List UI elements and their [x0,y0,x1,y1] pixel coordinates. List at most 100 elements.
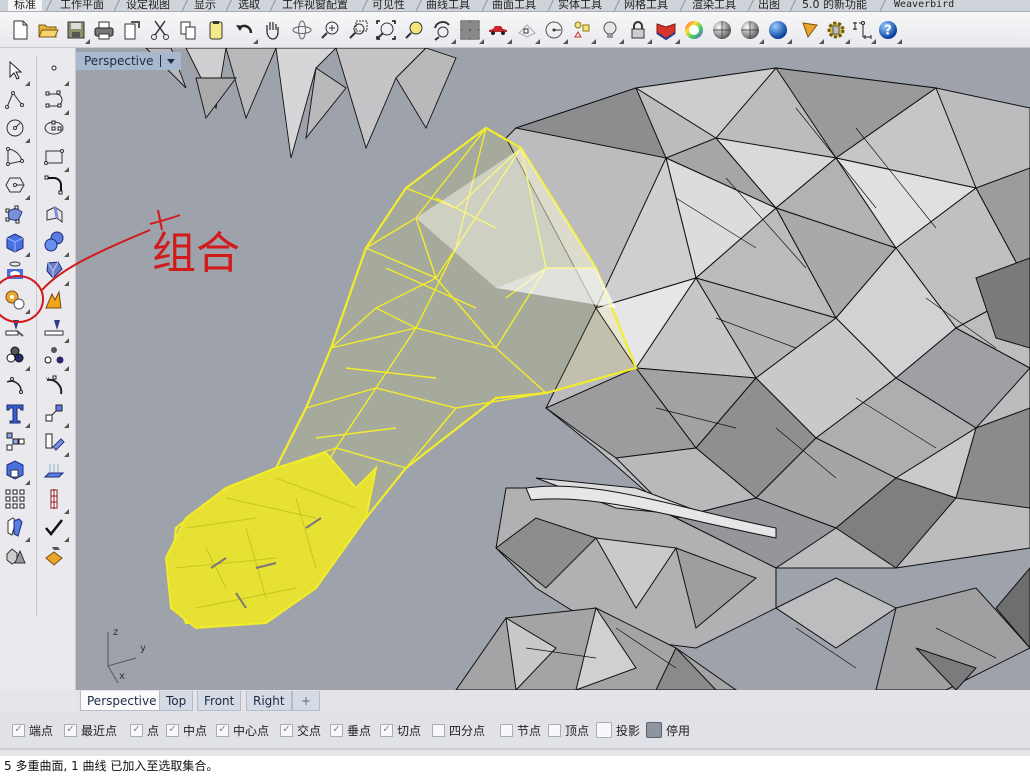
bend-icon[interactable] [2,514,30,542]
ungroup-icon[interactable] [41,343,69,371]
checkbox-checked[interactable]: ✓ [330,723,343,737]
tab-weaverbird[interactable]: Weaverbird [888,0,960,11]
osnap-item[interactable]: 节点 [500,721,541,739]
array-icon[interactable] [2,429,28,455]
zoom-extents-icon[interactable] [374,18,398,42]
osnap-item[interactable]: ✓ 交点 [280,721,321,739]
tab-visibility[interactable]: 可见性 [366,0,411,11]
boolean-union-icon[interactable] [41,229,69,257]
add-view-tab-button[interactable]: + [292,691,320,711]
osnap-item[interactable]: ✓ 切点 [380,721,421,739]
surface-from-points-icon[interactable] [2,201,28,227]
tab-curve-tools[interactable]: 曲线工具 [420,0,476,11]
cylinder-solid-icon[interactable] [2,258,28,284]
view-tab-top[interactable]: Top [159,691,194,711]
car-render-icon[interactable] [486,18,512,44]
move-cone-icon[interactable] [798,18,824,44]
pan-hand-icon[interactable] [260,18,284,42]
tab-display[interactable]: 显示 [188,0,222,11]
tab-new-in-v5[interactable]: 5.0 的新功能 [796,0,873,11]
checkbox-checked[interactable]: ✓ [380,723,393,737]
perspective-viewport[interactable]: Perspective z y x [76,48,1030,690]
viewport-menu-chevron-icon[interactable] [166,58,175,64]
box-solid-icon[interactable] [2,229,30,257]
print-icon[interactable] [92,18,116,42]
layer-material-icon[interactable] [654,18,680,44]
tab-viewport-layout[interactable]: 工作视窗配置 [276,0,354,11]
gear-options-icon[interactable] [824,18,850,44]
explode-icon[interactable] [41,286,67,312]
circle-icon[interactable] [2,115,30,143]
checkbox-checked[interactable]: ✓ [280,723,293,737]
polyline-icon[interactable] [2,87,28,113]
polygon-icon[interactable] [2,172,30,200]
selection-filter-icon[interactable] [570,18,596,44]
cut-icon[interactable] [148,18,172,42]
arc-icon[interactable] [2,144,28,170]
trim-icon[interactable] [2,315,28,341]
3d-scene[interactable]: z y x [76,48,1030,690]
extrude-up-icon[interactable] [41,457,67,483]
osnap-item[interactable]: ✓ 中点 [166,721,207,739]
view-tab-right[interactable]: Right [246,691,292,711]
zoom-dynamic-icon[interactable] [318,18,342,42]
tab-render-tools[interactable]: 渲染工具 [686,0,742,11]
paint-bucket-icon[interactable] [41,543,67,569]
move-icon[interactable] [41,400,69,428]
light-bulb-icon[interactable] [598,18,624,44]
rotate-view-icon[interactable] [290,18,314,42]
checkbox-unchecked[interactable] [500,723,513,737]
sphere-blue-icon[interactable] [766,18,792,44]
save-icon[interactable] [64,18,90,44]
mesh-tools-icon[interactable] [41,258,69,286]
undo-view-icon[interactable] [430,18,456,44]
select-arrow-icon[interactable] [2,58,30,86]
four-viewports-icon[interactable] [458,18,484,44]
dimension-icon[interactable] [850,18,876,44]
extrude-surface-icon[interactable] [41,201,67,227]
checkbox-unchecked[interactable] [646,722,662,738]
tab-standard[interactable]: 标准 [8,0,42,11]
ellipse-icon[interactable] [41,115,67,141]
shapes-icon[interactable] [2,543,28,569]
grid-snap-icon[interactable] [514,18,540,44]
checkbox-checked[interactable]: ✓ [64,723,77,737]
sphere-shaded-icon[interactable] [710,18,734,42]
view-tab-perspective[interactable]: Perspective [80,691,164,711]
color-wheel-icon[interactable] [682,18,706,42]
fillet-curve-icon[interactable] [41,172,69,200]
osnap-item[interactable]: ✓ 垂点 [330,721,371,739]
sphere-rendered-icon[interactable] [738,18,764,44]
import-icon[interactable] [120,18,144,42]
viewport-title[interactable]: Perspective [76,52,181,70]
checkbox-checked[interactable]: ✓ [166,723,179,737]
osnap-item[interactable]: 投影 [596,721,640,739]
osnap-item[interactable]: 四分点 [432,721,485,739]
osnap-item[interactable]: ✓ 中心点 [216,721,269,739]
copy-icon[interactable] [176,18,200,42]
tab-mesh-tools[interactable]: 网格工具 [618,0,674,11]
zoom-selected-icon[interactable] [402,18,426,42]
curve-control-points-icon[interactable] [41,87,69,115]
split-icon[interactable] [41,315,69,343]
join-icon[interactable] [2,286,30,314]
cplane-icon[interactable] [542,18,568,44]
tab-select[interactable]: 选取 [232,0,266,11]
tab-cplanes[interactable]: 工作平面 [54,0,110,11]
undo-icon[interactable] [232,18,258,44]
osnap-item[interactable]: 停用 [646,721,690,739]
osnap-item[interactable]: ✓ 点 [130,721,159,739]
view-tab-front[interactable]: Front [197,691,242,711]
osnap-item[interactable]: ✓ 最近点 [64,721,117,739]
checkbox-checked[interactable]: ✓ [216,723,229,737]
rebuild-curve-icon[interactable] [41,372,67,398]
tab-set-view[interactable]: 设定视图 [120,0,176,11]
copy-transform-icon[interactable] [41,429,69,457]
group-icon[interactable] [2,343,30,371]
tab-solid-tools[interactable]: 实体工具 [552,0,608,11]
checkbox-unchecked[interactable] [548,723,561,737]
curve-point-icon[interactable] [2,372,28,398]
array-grid-icon[interactable] [2,486,28,512]
new-file-icon[interactable] [8,18,32,42]
zoom-window-icon[interactable] [346,18,370,42]
